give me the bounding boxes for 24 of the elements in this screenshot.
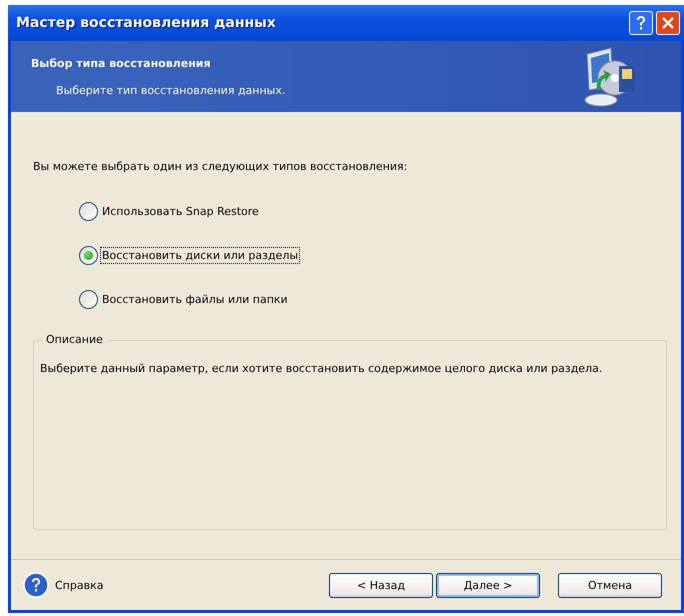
header-subtitle: Выберите тип восстановления данных. <box>56 84 286 96</box>
header-title: Выбор типа восстановления <box>31 56 212 70</box>
radio-button[interactable] <box>79 246 98 265</box>
radio-option[interactable]: Использовать Snap Restore <box>79 202 260 221</box>
window-title: Мастер восстановления данных <box>16 15 277 31</box>
description-text: Выберите данный параметр, если хотите восстановить содержимое целого диска или раздела. <box>40 361 604 377</box>
help-button[interactable] <box>629 11 653 35</box>
option-label[interactable]: Использовать Snap Restore <box>101 204 260 219</box>
dialog-button[interactable]: Отмена <box>558 572 662 598</box>
radio-button[interactable] <box>79 202 98 221</box>
close-icon <box>661 16 675 30</box>
option-label[interactable]: Восстановить файлы или папки <box>101 292 289 307</box>
question-icon <box>634 15 648 31</box>
dialog-button[interactable]: Далее > <box>436 572 540 598</box>
help-link[interactable]: Справка <box>55 578 104 592</box>
help-icon[interactable] <box>23 572 49 598</box>
radio-button[interactable] <box>79 290 98 309</box>
close-button[interactable] <box>656 11 680 35</box>
group-legend: Описание <box>42 333 107 346</box>
dialog-button[interactable]: < Назад <box>329 572 433 598</box>
radio-option[interactable]: Восстановить файлы или папки <box>79 290 289 309</box>
option-label[interactable]: Восстановить диски или разделы <box>101 248 300 263</box>
radio-option[interactable]: Восстановить диски или разделы <box>79 246 300 265</box>
prompt-text: Вы можете выбрать один из следующих типов восстановления: <box>33 160 408 173</box>
